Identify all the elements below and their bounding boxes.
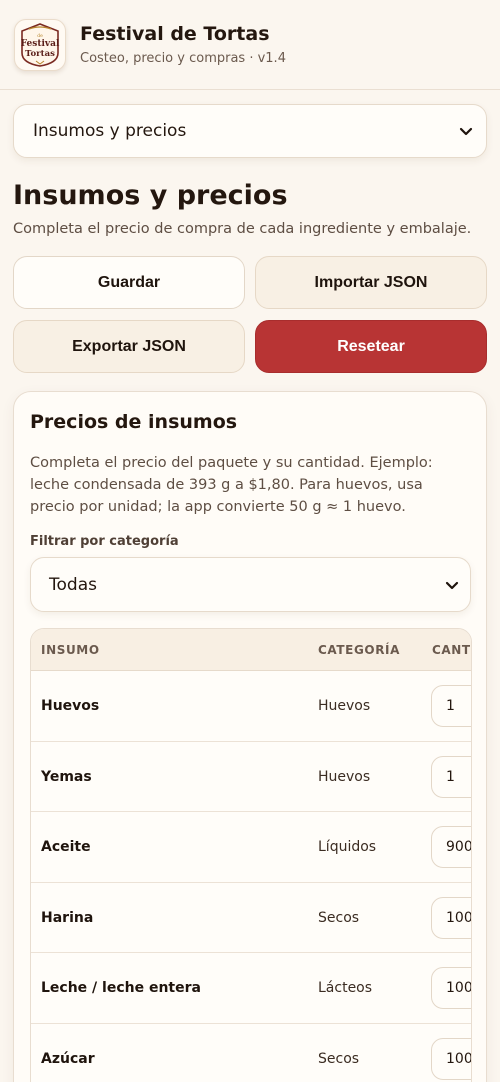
reset-button[interactable]: Resetear xyxy=(255,320,487,373)
app-logo: de Festival Tortas xyxy=(14,18,66,71)
quantity-input[interactable]: 1 xyxy=(431,755,471,798)
ingredient-name: Huevos xyxy=(41,698,100,714)
category-filter-value: Todas xyxy=(49,574,97,595)
section-select-value: Insumos y precios xyxy=(33,121,187,141)
filter-label: Filtrar por categoría xyxy=(30,534,179,549)
quantity-input[interactable]: 1000 xyxy=(431,1037,471,1080)
chevron-down-icon xyxy=(459,127,473,136)
chevron-down-icon xyxy=(445,581,459,589)
import-json-button[interactable]: Importar JSON xyxy=(255,256,487,309)
table-header: INSUMO CATEGORÍA CANTIDAD xyxy=(31,629,471,671)
ingredients-table: INSUMO CATEGORÍA CANTIDAD Huevos Huevos … xyxy=(30,628,472,1082)
quantity-input[interactable]: 1 xyxy=(431,685,471,727)
section-select[interactable]: Insumos y precios xyxy=(13,104,487,158)
festival-logo-icon: de Festival Tortas xyxy=(21,22,60,67)
ingredient-name: Harina xyxy=(41,909,94,926)
save-button[interactable]: Guardar xyxy=(13,256,245,309)
page-title: Insumos y precios xyxy=(13,180,288,211)
quantity-input[interactable]: 1000 xyxy=(431,896,471,939)
ingredient-category: Líquidos xyxy=(318,839,377,855)
card-title: Precios de insumos xyxy=(30,411,238,433)
quantity-input[interactable]: 900 xyxy=(431,826,471,868)
page-lead: Completa el precio de compra de cada ing… xyxy=(13,221,472,237)
ingredient-name: Yemas xyxy=(41,768,92,785)
logo-line1: Festival xyxy=(21,39,60,49)
logo-line2: Tortas xyxy=(25,49,55,59)
ingredient-category: Lácteos xyxy=(318,980,373,996)
ingredient-name: Aceite xyxy=(41,839,91,855)
table-row: Harina Secos 1000 xyxy=(31,883,471,953)
table-row: Huevos Huevos 1 xyxy=(31,671,471,742)
ingredient-category: Huevos xyxy=(318,698,371,714)
header-quantity: CANTIDAD xyxy=(432,643,471,657)
ingredient-name: Azúcar xyxy=(41,1050,95,1067)
table-row: Leche / leche entera Lácteos 1000 xyxy=(31,953,471,1024)
table-row: Aceite Líquidos 900 xyxy=(31,812,471,883)
app-header: de Festival Tortas Festival de Tortas Co… xyxy=(0,0,500,90)
prices-card: Precios de insumos Completa el precio de… xyxy=(13,391,487,1082)
header-ingredient: INSUMO xyxy=(41,643,100,657)
table-row: Azúcar Secos 1000 xyxy=(31,1024,471,1082)
ingredient-name: Leche / leche entera xyxy=(41,980,201,996)
ingredient-category: Secos xyxy=(318,1050,360,1067)
table-row: Yemas Huevos 1 xyxy=(31,742,471,812)
header-category: CATEGORÍA xyxy=(318,643,400,657)
app-title: Festival de Tortas xyxy=(80,22,270,45)
category-filter-select[interactable]: Todas xyxy=(30,557,471,612)
quantity-input[interactable]: 1000 xyxy=(431,967,471,1009)
export-json-button[interactable]: Exportar JSON xyxy=(13,320,245,373)
app-subtitle: Costeo, precio y compras · v1.4 xyxy=(80,51,286,67)
ingredient-category: Huevos xyxy=(318,768,371,785)
ingredient-category: Secos xyxy=(318,909,360,926)
card-description: Completa el precio del paquete y su cant… xyxy=(30,455,433,515)
